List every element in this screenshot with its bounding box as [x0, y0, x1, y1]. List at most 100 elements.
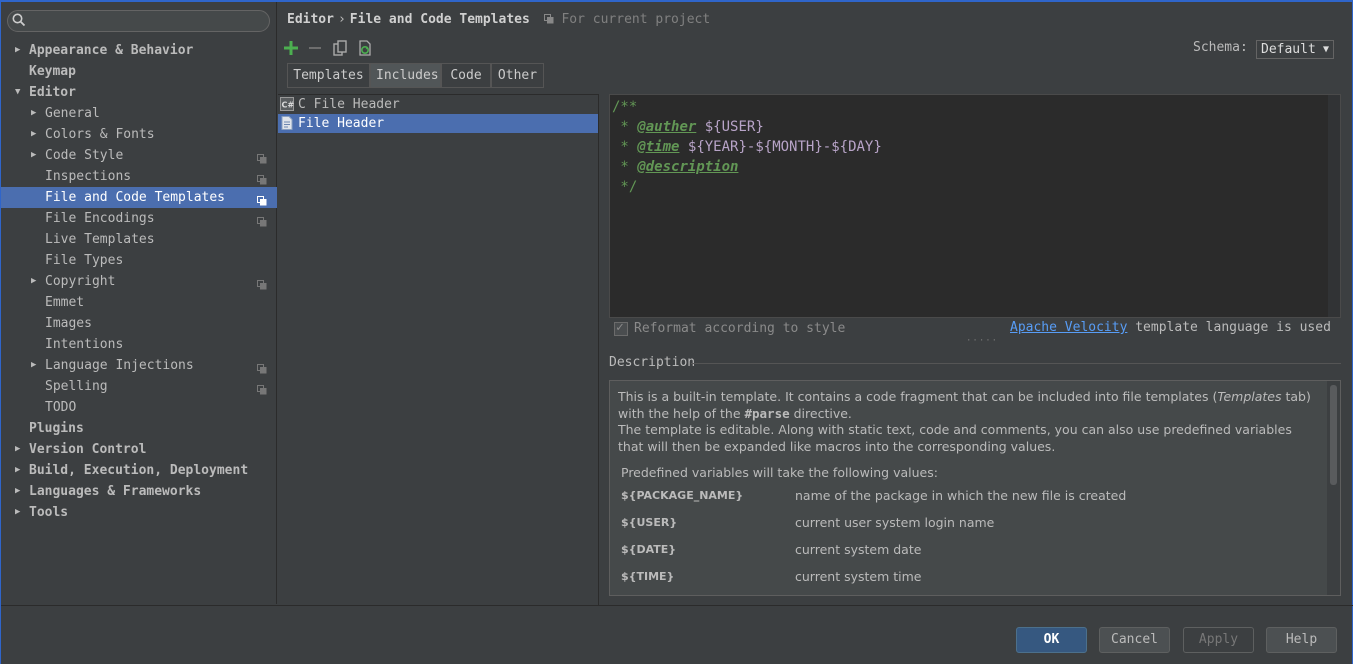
template-editor[interactable]: /** * @auther ${USER} * @time ${YEAR}-${… — [609, 94, 1341, 318]
sidebar-item-plugins[interactable]: Plugins — [1, 418, 277, 439]
sidebar-item-label: Code Style — [45, 148, 124, 163]
apache-velocity-link[interactable]: Apache Velocity — [1010, 320, 1127, 335]
project-scope-icon — [257, 360, 267, 374]
tab-includes[interactable]: Includes — [370, 63, 441, 88]
project-scope-icon — [543, 14, 554, 24]
chevron-right-icon[interactable]: ▶ — [31, 145, 41, 166]
sidebar-item-todo[interactable]: TODO — [1, 397, 277, 418]
cancel-button[interactable]: Cancel — [1099, 627, 1170, 653]
chevron-right-icon[interactable]: ▶ — [15, 481, 25, 502]
description-scrollbar[interactable] — [1327, 381, 1340, 595]
schema-value: Default — [1261, 42, 1316, 57]
sidebar-item-build-execution-deployment[interactable]: ▶ Build, Execution, Deployment — [1, 460, 277, 481]
sidebar-item-images[interactable]: Images — [1, 313, 277, 334]
tab-code[interactable]: Code — [441, 63, 491, 88]
chevron-right-icon[interactable]: ▶ — [31, 355, 41, 376]
sidebar-item-file-encodings[interactable]: File Encodings — [1, 208, 277, 229]
reset-icon[interactable] — [357, 40, 373, 56]
sidebar-item-label: Emmet — [45, 295, 85, 310]
tab-other[interactable]: Other — [491, 63, 544, 88]
sidebar-item-emmet[interactable]: Emmet — [1, 292, 277, 313]
sidebar-item-label: Languages & Frameworks — [29, 484, 202, 499]
chevron-right-icon[interactable]: ▶ — [15, 502, 25, 523]
search-input[interactable] — [30, 12, 260, 30]
chevron-right-icon[interactable]: ▶ — [31, 271, 41, 292]
sidebar-item-label: Colors & Fonts — [45, 127, 155, 142]
variable-description: name of the package in which the new fil… — [795, 487, 1127, 503]
ok-button[interactable]: OK — [1016, 627, 1087, 653]
tab-templates[interactable]: Templates — [287, 63, 370, 88]
scrollbar-thumb[interactable] — [1330, 385, 1337, 485]
sidebar-item-label: File Types — [45, 253, 124, 268]
javadoc-tag-auther: @auther — [637, 119, 697, 135]
bottom-divider — [1, 605, 1353, 606]
sidebar-item-editor[interactable]: ▼ Editor — [1, 82, 277, 103]
list-item-label: C File Header — [298, 97, 400, 112]
sidebar-item-label: Intentions — [45, 337, 124, 352]
remove-icon[interactable] — [307, 40, 323, 56]
scope-label: For current project — [561, 12, 711, 27]
sidebar-item-general[interactable]: ▶ General — [1, 103, 277, 124]
settings-tree: ▶ Appearance & Behavior Keymap ▼ Editor ▶ Gene… — [1, 40, 277, 523]
apply-button[interactable]: Apply — [1183, 627, 1254, 653]
sidebar-item-appearance-behavior[interactable]: ▶ Appearance & Behavior — [1, 40, 277, 61]
velocity-suffix: template language is used — [1127, 320, 1331, 335]
sidebar-item-keymap[interactable]: Keymap — [1, 61, 277, 82]
sidebar-item-file-and-code-templates[interactable]: File and Code Templates — [1, 187, 277, 208]
chevron-right-icon[interactable]: ▶ — [31, 124, 41, 145]
add-icon[interactable] — [283, 40, 299, 56]
sidebar-item-inspections[interactable]: Inspections — [1, 166, 277, 187]
javadoc-tag-time: @time — [637, 139, 680, 155]
sidebar-item-label: Copyright — [45, 274, 116, 289]
reformat-label: Reformat according to style — [634, 321, 846, 336]
copy-icon[interactable] — [332, 40, 348, 56]
sidebar-item-languages-frameworks[interactable]: ▶ Languages & Frameworks — [1, 481, 277, 502]
breadcrumb-editor: Editor — [287, 12, 334, 27]
code-line-1: /** — [612, 99, 638, 115]
reformat-checkbox[interactable] — [614, 320, 628, 336]
sidebar-item-language-injections[interactable]: ▶ Language Injections — [1, 355, 277, 376]
svg-text:C#: C# — [282, 101, 295, 110]
sidebar-item-label: Version Control — [29, 442, 147, 457]
description-panel: This is a built-in template. It contains… — [609, 380, 1341, 596]
variable-row: ${TIME} current system time — [618, 563, 1312, 590]
chevron-right-icon[interactable]: ▶ — [31, 103, 41, 124]
variable-description: current system date — [795, 541, 922, 557]
chevron-right-icon[interactable]: ▶ — [15, 40, 25, 61]
editor-scrollbar[interactable] — [1328, 95, 1340, 317]
project-scope-icon — [257, 213, 267, 227]
sidebar-item-tools[interactable]: ▶ Tools — [1, 502, 277, 523]
description-paragraph-2: The template is editable. Along with sta… — [618, 422, 1292, 454]
sidebar-item-code-style[interactable]: ▶ Code Style — [1, 145, 277, 166]
schema-dropdown[interactable]: Default ▼ — [1256, 40, 1334, 59]
chevron-down-icon[interactable]: ▼ — [15, 82, 25, 103]
sidebar-item-colors-fonts[interactable]: ▶ Colors & Fonts — [1, 124, 277, 145]
breadcrumb-separator: › — [337, 12, 346, 27]
sidebar-item-copyright[interactable]: ▶ Copyright — [1, 271, 277, 292]
chevron-down-icon: ▼ — [1322, 44, 1329, 55]
sidebar-item-live-templates[interactable]: Live Templates — [1, 229, 277, 250]
project-scope-icon — [257, 381, 267, 395]
javadoc-tag-description: @description — [637, 159, 739, 175]
variables-table: ${PACKAGE_NAME} name of the package in wh… — [618, 482, 1312, 590]
variable-user: ${USER} — [704, 119, 764, 135]
sidebar-item-label: Plugins — [29, 421, 84, 436]
sidebar-item-label: Live Templates — [45, 232, 155, 247]
list-item-file-header[interactable]: File Header — [278, 114, 598, 133]
sidebar-item-label: File and Code Templates — [45, 190, 226, 205]
reformat-option[interactable]: Reformat according to style — [614, 320, 846, 336]
sidebar-item-version-control[interactable]: ▶ Version Control — [1, 439, 277, 460]
chevron-right-icon[interactable]: ▶ — [15, 439, 25, 460]
breadcrumb-file-and-code-templates: File and Code Templates — [349, 12, 530, 27]
list-item-c-file-header[interactable]: C# C File Header — [278, 95, 598, 114]
chevron-right-icon[interactable]: ▶ — [15, 460, 25, 481]
template-list: C# C File Header File Header — [278, 94, 599, 606]
search-field[interactable] — [7, 10, 270, 32]
sidebar-item-label: Build, Execution, Deployment — [29, 463, 249, 478]
sidebar-item-file-types[interactable]: File Types — [1, 250, 277, 271]
sidebar-item-spelling[interactable]: Spelling — [1, 376, 277, 397]
code-line-4: * @description — [612, 159, 739, 175]
sidebar-item-intentions[interactable]: Intentions — [1, 334, 277, 355]
splitter-handle[interactable]: ····· — [966, 336, 998, 346]
help-button[interactable]: Help — [1266, 627, 1337, 653]
